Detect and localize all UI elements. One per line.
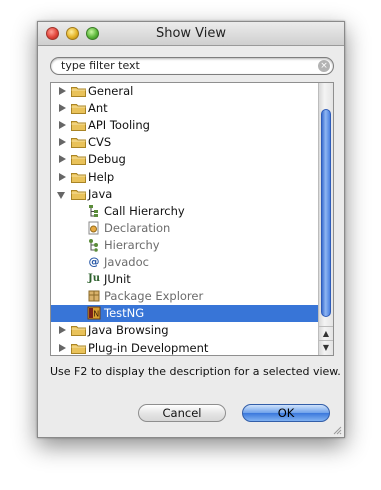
hierarchy-icon <box>87 238 101 252</box>
show-view-dialog: Show View type filter text × General Ant A… <box>37 21 345 438</box>
disclosure-right-icon[interactable] <box>59 87 66 95</box>
svg-text:N: N <box>93 310 99 319</box>
disclosure-right-icon[interactable] <box>59 172 66 181</box>
disclosure-down-icon[interactable] <box>57 191 65 199</box>
tree-view-package-explorer[interactable]: Package Explorer <box>51 288 319 305</box>
folder-icon <box>71 325 86 337</box>
folder-icon <box>71 103 86 115</box>
junit-icon: Ju <box>87 273 100 285</box>
declaration-icon <box>87 221 101 235</box>
call-hierarchy-icon <box>87 204 101 218</box>
tree-category-debug[interactable]: Debug <box>51 151 319 168</box>
resize-grip-icon[interactable] <box>332 425 342 435</box>
javadoc-icon: @ <box>88 255 100 268</box>
folder-icon <box>71 137 86 149</box>
tree-item-label: API Tooling <box>88 118 150 133</box>
tree-category-help[interactable]: Help <box>51 169 319 186</box>
package-explorer-icon <box>87 289 101 303</box>
window-title: Show View <box>155 26 227 41</box>
tree-category-plug-in-development[interactable]: Plug-in Development <box>51 340 319 356</box>
disclosure-right-icon[interactable] <box>59 155 66 164</box>
folder-icon <box>71 189 86 200</box>
tree-item-label: General <box>88 84 134 98</box>
scrollbar-thumb[interactable] <box>321 109 331 317</box>
tree-item-label: Plug-in Development <box>88 340 209 355</box>
tree-view-javadoc[interactable]: @ Javadoc <box>51 254 319 271</box>
scroll-down-button[interactable]: ▼ <box>319 340 333 355</box>
tree-view-junit[interactable]: Ju JUnit <box>51 271 319 288</box>
tree-item-label: Call Hierarchy <box>104 203 185 218</box>
disclosure-right-icon[interactable] <box>59 138 66 147</box>
cancel-button[interactable]: Cancel <box>138 404 226 422</box>
testng-icon: N <box>87 306 101 320</box>
tree-category-ant[interactable]: Ant <box>51 100 319 117</box>
tree-item-label: Hierarchy <box>104 237 160 252</box>
disclosure-right-icon[interactable] <box>59 104 66 113</box>
filter-input-text: type filter text <box>61 59 140 72</box>
tree-item-label: Ant <box>88 101 108 116</box>
folder-icon <box>71 86 86 97</box>
tree-item-label: Debug <box>88 152 126 167</box>
tree-view-hierarchy[interactable]: Hierarchy <box>51 237 319 254</box>
tree-view-declaration[interactable]: Declaration <box>51 220 319 237</box>
filter-input[interactable]: type filter text × <box>50 57 334 75</box>
tree-category-general[interactable]: General <box>51 83 319 100</box>
view-tree[interactable]: General Ant API Tooling CVS Debug Help Java Cal… <box>50 82 334 356</box>
vertical-scrollbar[interactable]: ▲ ▼ <box>318 83 333 355</box>
tree-item-label: Help <box>88 169 115 184</box>
tree-item-label: TestNG <box>104 306 145 321</box>
tree-item-label: Java Browsing <box>88 323 169 338</box>
tree-category-api-tooling[interactable]: API Tooling <box>51 117 319 134</box>
tree-item-label: JUnit <box>104 272 131 287</box>
tree-item-label: Java <box>88 186 113 201</box>
tree-category-java-browsing[interactable]: Java Browsing <box>51 322 319 339</box>
folder-icon <box>71 343 86 354</box>
tree-item-label: Javadoc <box>104 255 149 269</box>
disclosure-right-icon[interactable] <box>59 121 66 130</box>
scroll-up-button[interactable]: ▲ <box>319 326 333 341</box>
tree-category-cvs[interactable]: CVS <box>51 134 319 151</box>
tree-category-java[interactable]: Java <box>51 186 319 203</box>
folder-icon <box>71 120 86 132</box>
disclosure-right-icon[interactable] <box>59 326 66 335</box>
folder-icon <box>71 172 86 183</box>
tree-view-call-hierarchy[interactable]: Call Hierarchy <box>51 203 319 220</box>
description-text: Use F2 to display the description for a … <box>50 365 341 378</box>
tree-view-testng[interactable]: N TestNG <box>51 305 319 323</box>
ok-button[interactable]: OK <box>242 404 330 422</box>
tree-item-label: Package Explorer <box>104 289 204 304</box>
disclosure-right-icon[interactable] <box>59 343 66 352</box>
clear-icon[interactable]: × <box>318 60 330 72</box>
folder-icon <box>71 154 86 166</box>
title-bar: Show View <box>38 22 344 46</box>
tree-item-label: CVS <box>88 135 112 150</box>
tree-item-label: Declaration <box>104 220 171 235</box>
